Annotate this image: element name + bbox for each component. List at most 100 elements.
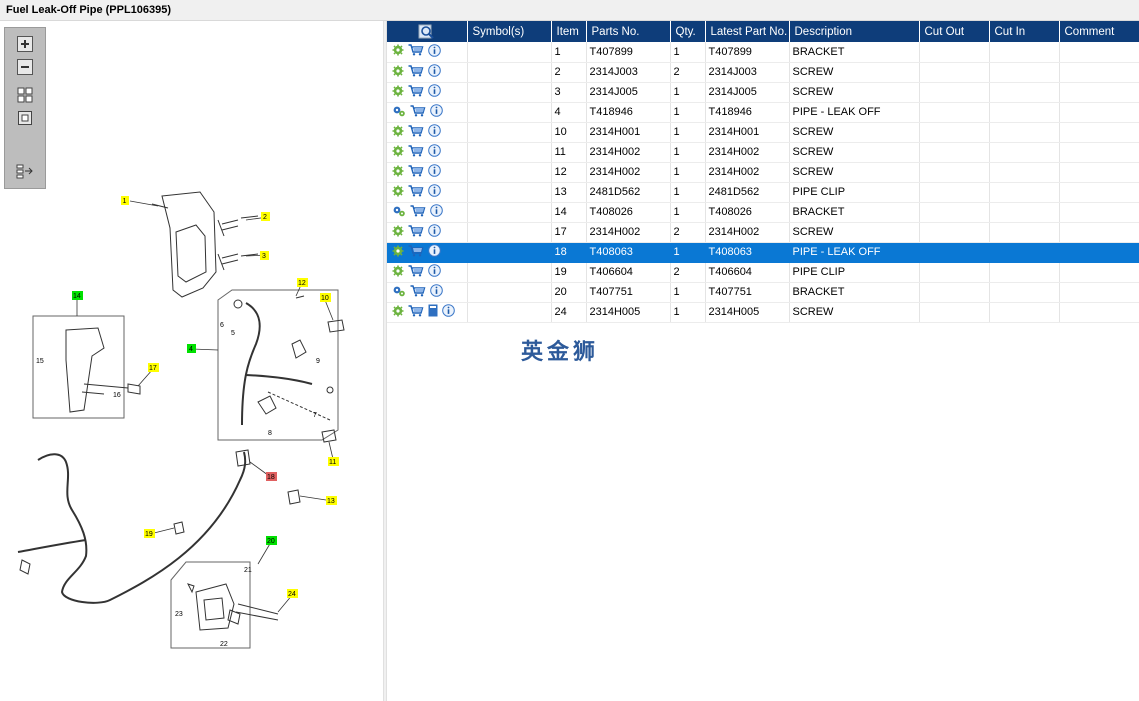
cart-icon[interactable]	[408, 64, 424, 80]
table-cell[interactable]	[467, 62, 552, 83]
table-cell[interactable]	[919, 82, 990, 103]
table-cell[interactable]: 2	[670, 262, 706, 283]
table-cell[interactable]	[467, 302, 552, 323]
table-cell[interactable]	[467, 162, 552, 183]
table-cell[interactable]	[989, 142, 1060, 163]
cart-icon[interactable]	[410, 104, 426, 120]
table-cell[interactable]: 2314H002	[705, 162, 790, 183]
info-icon[interactable]	[442, 304, 455, 320]
table-cell[interactable]	[989, 82, 1060, 103]
table-cell[interactable]	[989, 282, 1060, 303]
actual-size-icon[interactable]	[16, 109, 34, 127]
table-cell[interactable]: 20	[551, 282, 587, 303]
table-cell[interactable]	[919, 282, 990, 303]
gear-icon[interactable]	[392, 44, 404, 59]
table-cell[interactable]: T406604	[705, 262, 790, 283]
info-icon[interactable]	[428, 64, 441, 80]
info-icon[interactable]	[428, 184, 441, 200]
cart-icon[interactable]	[408, 124, 424, 140]
table-cell[interactable]: T407899	[586, 42, 671, 63]
table-cell[interactable]: 2314H002	[586, 222, 671, 243]
cart-icon[interactable]	[408, 164, 424, 180]
table-cell[interactable]: 1	[670, 102, 706, 123]
layout-toggle-icon[interactable]	[16, 162, 34, 180]
callout-2[interactable]: 2	[263, 214, 267, 221]
table-cell[interactable]	[919, 222, 990, 243]
table-cell[interactable]: 1	[670, 122, 706, 143]
table-cell[interactable]	[919, 242, 990, 263]
table-cell[interactable]: 4	[551, 102, 587, 123]
callout-19[interactable]: 19	[145, 531, 153, 538]
table-cell[interactable]	[467, 202, 552, 223]
table-cell[interactable]	[1059, 222, 1139, 243]
header-cut-in[interactable]: Cut In	[989, 21, 1060, 42]
table-cell[interactable]: SCREW	[789, 122, 920, 143]
table-cell[interactable]	[467, 262, 552, 283]
info-icon[interactable]	[428, 84, 441, 100]
diagram-pane[interactable]: 1 2 3 4 5 6 7 8 9 10 11 12 13 14 15 16 1…	[0, 21, 383, 701]
header-comment[interactable]: Comment	[1059, 21, 1139, 42]
table-cell[interactable]	[919, 142, 990, 163]
cart-icon[interactable]	[408, 264, 424, 280]
table-cell[interactable]: 11	[551, 142, 587, 163]
table-cell[interactable]: T418946	[705, 102, 790, 123]
document-icon[interactable]	[428, 304, 438, 320]
table-cell[interactable]: T406604	[586, 262, 671, 283]
table-cell[interactable]	[1059, 162, 1139, 183]
gear-icon[interactable]	[392, 305, 404, 320]
header-symbols[interactable]: Symbol(s)	[467, 21, 552, 42]
table-row[interactable]: 14 T408026 1 T408026 BRACKET	[387, 202, 1139, 223]
table-cell[interactable]	[919, 162, 990, 183]
table-cell[interactable]: 2314H002	[705, 142, 790, 163]
table-cell[interactable]	[387, 42, 468, 63]
table-cell[interactable]	[1059, 102, 1139, 123]
table-cell[interactable]	[1059, 82, 1139, 103]
table-cell[interactable]	[387, 242, 468, 263]
table-cell[interactable]: T418946	[586, 102, 671, 123]
callout-11[interactable]: 11	[329, 459, 336, 466]
table-cell[interactable]: 1	[670, 142, 706, 163]
table-cell[interactable]: BRACKET	[789, 42, 920, 63]
table-cell[interactable]	[989, 122, 1060, 143]
table-cell[interactable]	[387, 122, 468, 143]
info-icon[interactable]	[428, 164, 441, 180]
table-cell[interactable]	[1059, 262, 1139, 283]
table-cell[interactable]: 2314H002	[705, 222, 790, 243]
table-cell[interactable]: 2314J005	[705, 82, 790, 103]
cart-icon[interactable]	[410, 204, 426, 220]
table-cell[interactable]: SCREW	[789, 62, 920, 83]
table-cell[interactable]: 2314H001	[586, 122, 671, 143]
table-row[interactable]: 18 T408063 1 T408063 PIPE - LEAK OFF	[387, 242, 1139, 263]
table-cell[interactable]	[387, 82, 468, 103]
table-cell[interactable]	[919, 202, 990, 223]
table-cell[interactable]: 1	[670, 242, 706, 263]
header-parts-no[interactable]: Parts No.	[586, 21, 671, 42]
header-cut-out[interactable]: Cut Out	[919, 21, 990, 42]
table-row[interactable]: 19 T406604 2 T406604 PIPE CLIP	[387, 262, 1139, 283]
header-item[interactable]: Item	[551, 21, 587, 42]
info-icon[interactable]	[428, 264, 441, 280]
table-row[interactable]: 17 2314H002 2 2314H002 SCREW	[387, 222, 1139, 243]
table-cell[interactable]: 3	[551, 82, 587, 103]
table-cell[interactable]	[989, 262, 1060, 283]
callout-14[interactable]: 14	[73, 293, 81, 300]
table-cell[interactable]	[919, 182, 990, 203]
table-row[interactable]: 13 2481D562 1 2481D562 PIPE CLIP	[387, 182, 1139, 203]
cart-icon[interactable]	[408, 244, 424, 260]
table-cell[interactable]: T407751	[586, 282, 671, 303]
table-cell[interactable]	[467, 282, 552, 303]
table-cell[interactable]	[989, 302, 1060, 323]
table-cell[interactable]	[919, 62, 990, 83]
table-row[interactable]: 11 2314H002 1 2314H002 SCREW	[387, 142, 1139, 163]
cart-icon[interactable]	[408, 304, 424, 320]
header-latest-part-no[interactable]: Latest Part No.	[705, 21, 790, 42]
table-cell[interactable]: 2314H002	[586, 142, 671, 163]
assembly-gears-icon[interactable]	[392, 285, 406, 300]
table-cell[interactable]	[387, 162, 468, 183]
gear-icon[interactable]	[392, 65, 404, 80]
table-cell[interactable]	[989, 202, 1060, 223]
table-cell[interactable]	[387, 302, 468, 323]
table-cell[interactable]	[387, 182, 468, 203]
gear-icon[interactable]	[392, 145, 404, 160]
table-cell[interactable]: 2314H002	[586, 162, 671, 183]
